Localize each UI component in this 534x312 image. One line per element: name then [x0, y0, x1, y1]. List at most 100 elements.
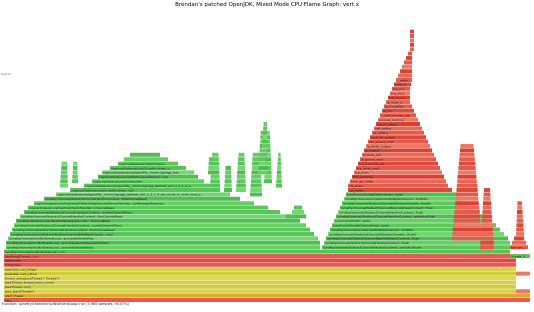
flame-frame[interactable] [225, 166, 232, 170]
flame-frame[interactable] [224, 183, 232, 188]
flame-frame[interactable] [264, 179, 272, 184]
flame-frame[interactable] [516, 214, 523, 219]
flame-frame[interactable] [481, 223, 493, 228]
flame-frame[interactable] [458, 161, 476, 166]
flame-frame[interactable] [238, 152, 245, 157]
flame-frame[interactable] [208, 157, 214, 162]
flame-frame[interactable] [60, 183, 68, 188]
flame-frame[interactable] [236, 179, 246, 184]
flame-frame[interactable] [410, 38, 414, 43]
flame-frame[interactable] [452, 232, 482, 236]
flame-frame[interactable] [208, 161, 214, 166]
flame-frame[interactable] [410, 29, 414, 34]
flame-frame[interactable] [212, 152, 219, 157]
flame-frame[interactable] [277, 157, 281, 162]
flame-frame[interactable] [210, 179, 220, 184]
flame-frame[interactable] [258, 161, 268, 166]
flame-frame[interactable] [480, 240, 494, 245]
flame-frame[interactable] [512, 240, 526, 245]
flame-frame[interactable] [482, 214, 492, 219]
flame-frame[interactable] [72, 166, 78, 170]
flame-frame[interactable] [459, 157, 475, 162]
flame-frame[interactable] [516, 227, 524, 232]
flame-frame[interactable] [453, 218, 481, 223]
flame-frame[interactable] [516, 289, 530, 294]
flame-frame[interactable] [264, 174, 272, 179]
flame-frame[interactable] [517, 201, 522, 206]
flame-frame[interactable] [483, 196, 491, 201]
flame-frame[interactable] [236, 188, 246, 192]
flame-frame[interactable] [224, 179, 232, 184]
flame-frame[interactable] [480, 236, 494, 241]
flame-frame[interactable] [250, 183, 262, 188]
flame-frame[interactable] [61, 166, 68, 170]
flame-frame[interactable] [236, 183, 246, 188]
flame-frame[interactable] [286, 214, 306, 219]
flame-frame[interactable] [460, 148, 474, 153]
flame-frame[interactable] [456, 192, 478, 197]
flame-frame[interactable] [460, 144, 474, 148]
flame-frame[interactable] [4, 254, 516, 258]
flame-frame[interactable] [482, 205, 492, 210]
flame-frame[interactable] [258, 170, 268, 175]
flame-frame[interactable] [452, 236, 482, 241]
flame-frame[interactable] [410, 42, 414, 47]
flame-frame[interactable] [60, 170, 68, 175]
flame-frame[interactable] [4, 271, 516, 276]
flame-frame[interactable] [263, 126, 268, 131]
flame-frame[interactable] [267, 130, 270, 135]
flame-frame[interactable] [276, 170, 282, 175]
flame-frame[interactable] [4, 289, 516, 294]
flame-frame[interactable] [454, 214, 480, 219]
flame-frame[interactable] [517, 205, 523, 210]
flame-frame[interactable] [406, 56, 412, 60]
flame-frame[interactable] [480, 245, 494, 250]
flame-frame[interactable] [454, 210, 480, 214]
flame-frame[interactable] [72, 179, 78, 184]
flame-frame[interactable] [237, 170, 246, 175]
flame-frame[interactable] [480, 232, 494, 236]
flame-frame[interactable] [516, 218, 524, 223]
flame-frame[interactable] [410, 47, 414, 52]
flame-frame[interactable] [4, 284, 516, 289]
flame-frame[interactable] [400, 69, 412, 74]
flame-frame[interactable] [455, 201, 479, 206]
flame-frame[interactable] [238, 157, 245, 162]
flame-frame[interactable] [262, 144, 268, 148]
flame-frame[interactable] [225, 170, 232, 175]
flame-frame[interactable] [455, 196, 479, 201]
flame-frame[interactable] [292, 210, 304, 214]
flame-frame[interactable] [208, 166, 214, 170]
flame-frame[interactable] [348, 188, 452, 192]
flame-frame[interactable] [224, 174, 232, 179]
flame-frame[interactable] [210, 183, 220, 188]
flame-frame[interactable] [4, 258, 516, 263]
flame-frame[interactable] [258, 157, 268, 162]
flame-frame[interactable] [250, 188, 262, 192]
flame-frame[interactable] [516, 271, 530, 276]
flame-frame[interactable] [348, 183, 448, 188]
flame-frame[interactable] [456, 183, 478, 188]
flame-frame[interactable] [402, 64, 412, 69]
flame-frame[interactable] [60, 179, 68, 184]
flame-frame[interactable] [410, 34, 414, 38]
flame-frame[interactable] [4, 262, 516, 267]
flame-frame[interactable] [73, 161, 78, 166]
flame-frame[interactable] [237, 161, 245, 166]
flame-frame[interactable] [4, 249, 510, 254]
flame-frame[interactable] [4, 276, 516, 280]
flame-frame[interactable] [4, 293, 530, 298]
flame-frame[interactable] [483, 192, 491, 197]
flame-frame[interactable] [130, 152, 160, 157]
flame-frame[interactable] [262, 130, 268, 135]
flame-frame[interactable] [276, 179, 282, 184]
flame-frame[interactable] [72, 174, 78, 179]
flame-frame[interactable] [459, 152, 475, 157]
flame-frame[interactable] [208, 170, 214, 175]
flame-frame[interactable] [124, 157, 168, 162]
flame-frame[interactable] [72, 170, 78, 175]
flame-frame[interactable] [483, 201, 491, 206]
flame-frame[interactable] [262, 135, 268, 140]
flame-frame[interactable] [458, 166, 476, 170]
flame-frame[interactable] [458, 170, 476, 175]
